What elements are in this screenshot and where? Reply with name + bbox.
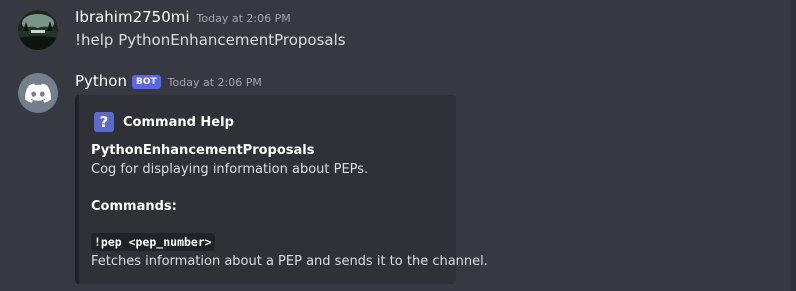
command-usage-line: !pep <pep_number> [91,233,215,251]
message-header: Python BOT Today at 2:06 PM [75,72,262,91]
cog-description: Cog for displaying information about PEP… [91,162,369,177]
bot-tag: BOT [132,75,161,89]
question-mark-icon: ? [94,112,114,132]
discord-logo-icon [25,83,51,103]
command-description: Fetches information about a PEP and send… [91,254,488,269]
timestamp[interactable]: Today at 2:06 PM [168,76,262,89]
embed: ? Command Help PythonEnhancementProposal… [75,95,488,284]
scrollbar-track[interactable] [790,0,796,291]
message-bot: Python BOT Today at 2:06 PM ? Command He… [0,0,796,291]
bot-avatar[interactable] [18,73,58,113]
username[interactable]: Python [75,72,127,90]
commands-header: Commands: [91,199,177,214]
embed-author-name: Command Help [123,114,234,130]
command-usage: !pep <pep_number> [91,233,215,251]
embed-author: ? Command Help [94,112,234,132]
cog-name: PythonEnhancementProposals [91,143,315,158]
